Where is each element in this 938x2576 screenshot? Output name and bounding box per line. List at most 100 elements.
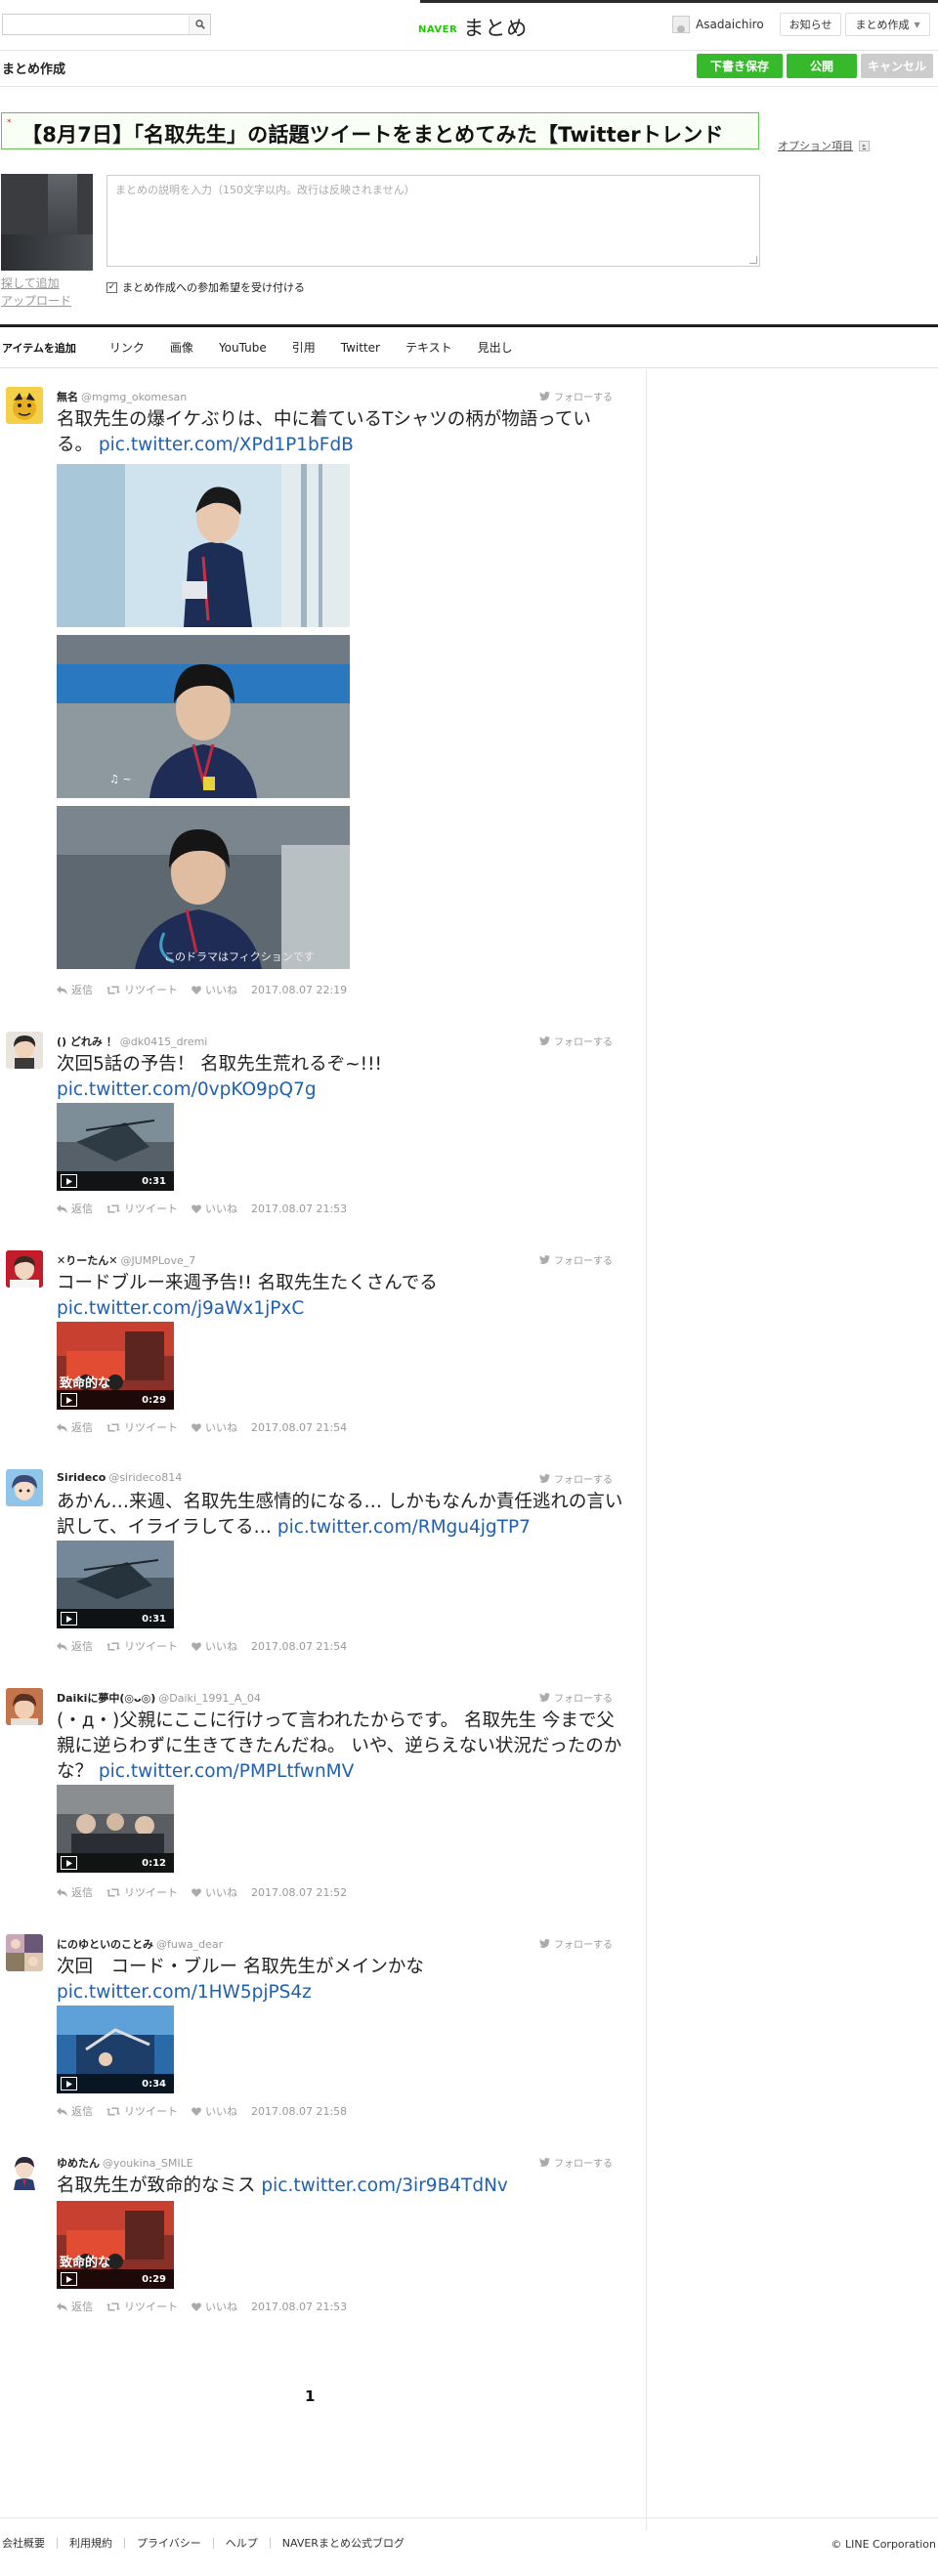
- resize-handle[interactable]: [749, 256, 757, 264]
- tab-link[interactable]: リンク: [109, 339, 145, 356]
- tweet-pic-link[interactable]: pic.twitter.com/0vpKO9pQ7g: [57, 1079, 317, 1100]
- follow-button[interactable]: フォローする: [539, 1936, 613, 1951]
- tweet-photo[interactable]: ♫ ~: [57, 635, 350, 798]
- like-button[interactable]: いいね: [192, 2299, 237, 2314]
- retweet-button[interactable]: リツイート: [107, 982, 178, 997]
- pagination-current[interactable]: 1: [305, 2387, 315, 2405]
- author-name[interactable]: () どれみ ！: [57, 1035, 117, 1048]
- tweet-timestamp[interactable]: 2017.08.07 21:58: [251, 2105, 347, 2118]
- like-button[interactable]: いいね: [192, 1419, 237, 1435]
- like-button[interactable]: いいね: [192, 1638, 237, 1654]
- publish-button[interactable]: 公開: [787, 54, 857, 78]
- reply-button[interactable]: 返信: [57, 1884, 93, 1900]
- author-handle[interactable]: @sirideco814: [108, 1471, 182, 1484]
- play-button[interactable]: [61, 2272, 77, 2286]
- play-button[interactable]: [61, 1174, 77, 1188]
- author-handle[interactable]: @JUMPLove_7: [120, 1254, 195, 1267]
- reply-button[interactable]: 返信: [57, 982, 93, 997]
- reply-button[interactable]: 返信: [57, 1201, 93, 1216]
- retweet-button[interactable]: リツイート: [107, 2103, 178, 2119]
- footer-link-company[interactable]: 会社概要: [2, 2538, 57, 2549]
- tweet-timestamp[interactable]: 2017.08.07 22:19: [251, 984, 347, 996]
- tweet-avatar[interactable]: [6, 2153, 43, 2190]
- author-name[interactable]: にのゆといのことみ: [57, 1938, 153, 1951]
- tweet-avatar[interactable]: [6, 387, 43, 424]
- like-button[interactable]: いいね: [192, 1884, 237, 1900]
- footer-link-help[interactable]: ヘルプ: [212, 2538, 270, 2549]
- author-name[interactable]: Sirideco: [57, 1471, 106, 1484]
- matome-title-input[interactable]: * 【8月7日】「名取先生」の話題ツイートをまとめてみた【Twitterトレンド: [1, 112, 759, 149]
- author-name[interactable]: 無名: [57, 391, 78, 403]
- username[interactable]: Asadaichiro: [696, 18, 764, 31]
- tweet-timestamp[interactable]: 2017.08.07 21:54: [251, 1640, 347, 1653]
- tab-twitter[interactable]: Twitter: [341, 341, 380, 355]
- retweet-button[interactable]: リツイート: [107, 1201, 178, 1216]
- tweet-pic-link[interactable]: pic.twitter.com/j9aWx1jPxC: [57, 1298, 304, 1319]
- follow-button[interactable]: フォローする: [539, 389, 613, 403]
- author-handle[interactable]: @dk0415_dremi: [120, 1035, 208, 1048]
- tweet-pic-link[interactable]: pic.twitter.com/3ir9B4TdNv: [261, 2175, 507, 2196]
- tweet-video[interactable]: 0:31: [57, 1541, 174, 1628]
- play-button[interactable]: [61, 1612, 77, 1626]
- follow-button[interactable]: フォローする: [539, 1252, 613, 1267]
- tweet-photo[interactable]: このドラマはフィクションです: [57, 806, 350, 969]
- thumbnail-image[interactable]: [1, 174, 93, 271]
- tab-quote[interactable]: 引用: [292, 339, 316, 356]
- tweet-photo[interactable]: [57, 464, 350, 627]
- create-matome-menu[interactable]: まとめ作成 ▼: [845, 13, 930, 36]
- play-button[interactable]: [61, 1856, 77, 1870]
- follow-button[interactable]: フォローする: [539, 1034, 613, 1048]
- footer-link-privacy[interactable]: プライバシー: [124, 2538, 213, 2549]
- reply-button[interactable]: 返信: [57, 2299, 93, 2314]
- tweet-avatar[interactable]: [6, 1688, 43, 1725]
- tab-text[interactable]: テキスト: [405, 339, 452, 356]
- tweet-video[interactable]: 致命的な 0:29: [57, 2201, 174, 2289]
- search-input[interactable]: [3, 15, 189, 34]
- tweet-timestamp[interactable]: 2017.08.07 21:54: [251, 1421, 347, 1434]
- description-textarea[interactable]: まとめの説明を入力（150文字以内。改行は反映されません）: [107, 175, 760, 267]
- tweet-video[interactable]: 0:34: [57, 2006, 174, 2093]
- user-avatar[interactable]: [672, 16, 690, 33]
- tweet-avatar[interactable]: [6, 1250, 43, 1288]
- footer-link-terms[interactable]: 利用規約: [57, 2538, 124, 2549]
- join-request-checkbox[interactable]: ✓: [107, 281, 117, 293]
- tweet-timestamp[interactable]: 2017.08.07 21:53: [251, 1203, 347, 1215]
- like-button[interactable]: いいね: [192, 982, 237, 997]
- follow-button[interactable]: フォローする: [539, 2155, 613, 2170]
- retweet-button[interactable]: リツイート: [107, 1884, 178, 1900]
- retweet-button[interactable]: リツイート: [107, 1419, 178, 1435]
- join-request-checkbox-row[interactable]: ✓ まとめ作成への参加希望を受け付ける: [107, 279, 305, 295]
- reply-button[interactable]: 返信: [57, 1638, 93, 1654]
- like-button[interactable]: いいね: [192, 2103, 237, 2119]
- like-button[interactable]: いいね: [192, 1201, 237, 1216]
- play-button[interactable]: [61, 1393, 77, 1407]
- cancel-button[interactable]: キャンセル: [861, 54, 933, 78]
- author-handle[interactable]: @youkina_SMILE: [103, 2157, 193, 2170]
- footer-link-blog[interactable]: NAVERまとめ公式ブログ: [269, 2538, 416, 2549]
- search-button[interactable]: [189, 15, 210, 34]
- tweet-video[interactable]: 0:12: [57, 1785, 174, 1873]
- tweet-video[interactable]: 致命的な 0:29: [57, 1322, 174, 1410]
- tweet-avatar[interactable]: [6, 1032, 43, 1069]
- save-draft-button[interactable]: 下書き保存: [697, 54, 783, 78]
- author-name[interactable]: ゆめたん: [57, 2157, 100, 2170]
- tab-image[interactable]: 画像: [170, 339, 193, 356]
- retweet-button[interactable]: リツイート: [107, 1638, 178, 1654]
- tweet-video[interactable]: 0:31: [57, 1103, 174, 1191]
- author-handle[interactable]: @Daiki_1991_A_04: [158, 1692, 261, 1705]
- tweet-pic-link[interactable]: pic.twitter.com/PMPLtfwnMV: [99, 1761, 354, 1782]
- tab-youtube[interactable]: YouTube: [219, 341, 267, 355]
- tweet-pic-link[interactable]: pic.twitter.com/RMgu4jgTP7: [277, 1517, 531, 1538]
- tweet-avatar[interactable]: [6, 1469, 43, 1506]
- follow-button[interactable]: フォローする: [539, 1690, 613, 1705]
- notifications-button[interactable]: お知らせ: [779, 13, 842, 36]
- reply-button[interactable]: 返信: [57, 2103, 93, 2119]
- tweet-pic-link[interactable]: pic.twitter.com/1HW5pjPS4z: [57, 1982, 312, 2003]
- tweet-avatar[interactable]: [6, 1934, 43, 1971]
- tweet-timestamp[interactable]: 2017.08.07 21:52: [251, 1886, 347, 1899]
- naver-matome-logo[interactable]: NAVER まとめ: [418, 13, 528, 42]
- follow-button[interactable]: フォローする: [539, 1471, 613, 1486]
- author-name[interactable]: ✕りーたん✕: [57, 1254, 117, 1267]
- retweet-button[interactable]: リツイート: [107, 2299, 178, 2314]
- thumb-upload-link[interactable]: アップロード: [1, 292, 71, 309]
